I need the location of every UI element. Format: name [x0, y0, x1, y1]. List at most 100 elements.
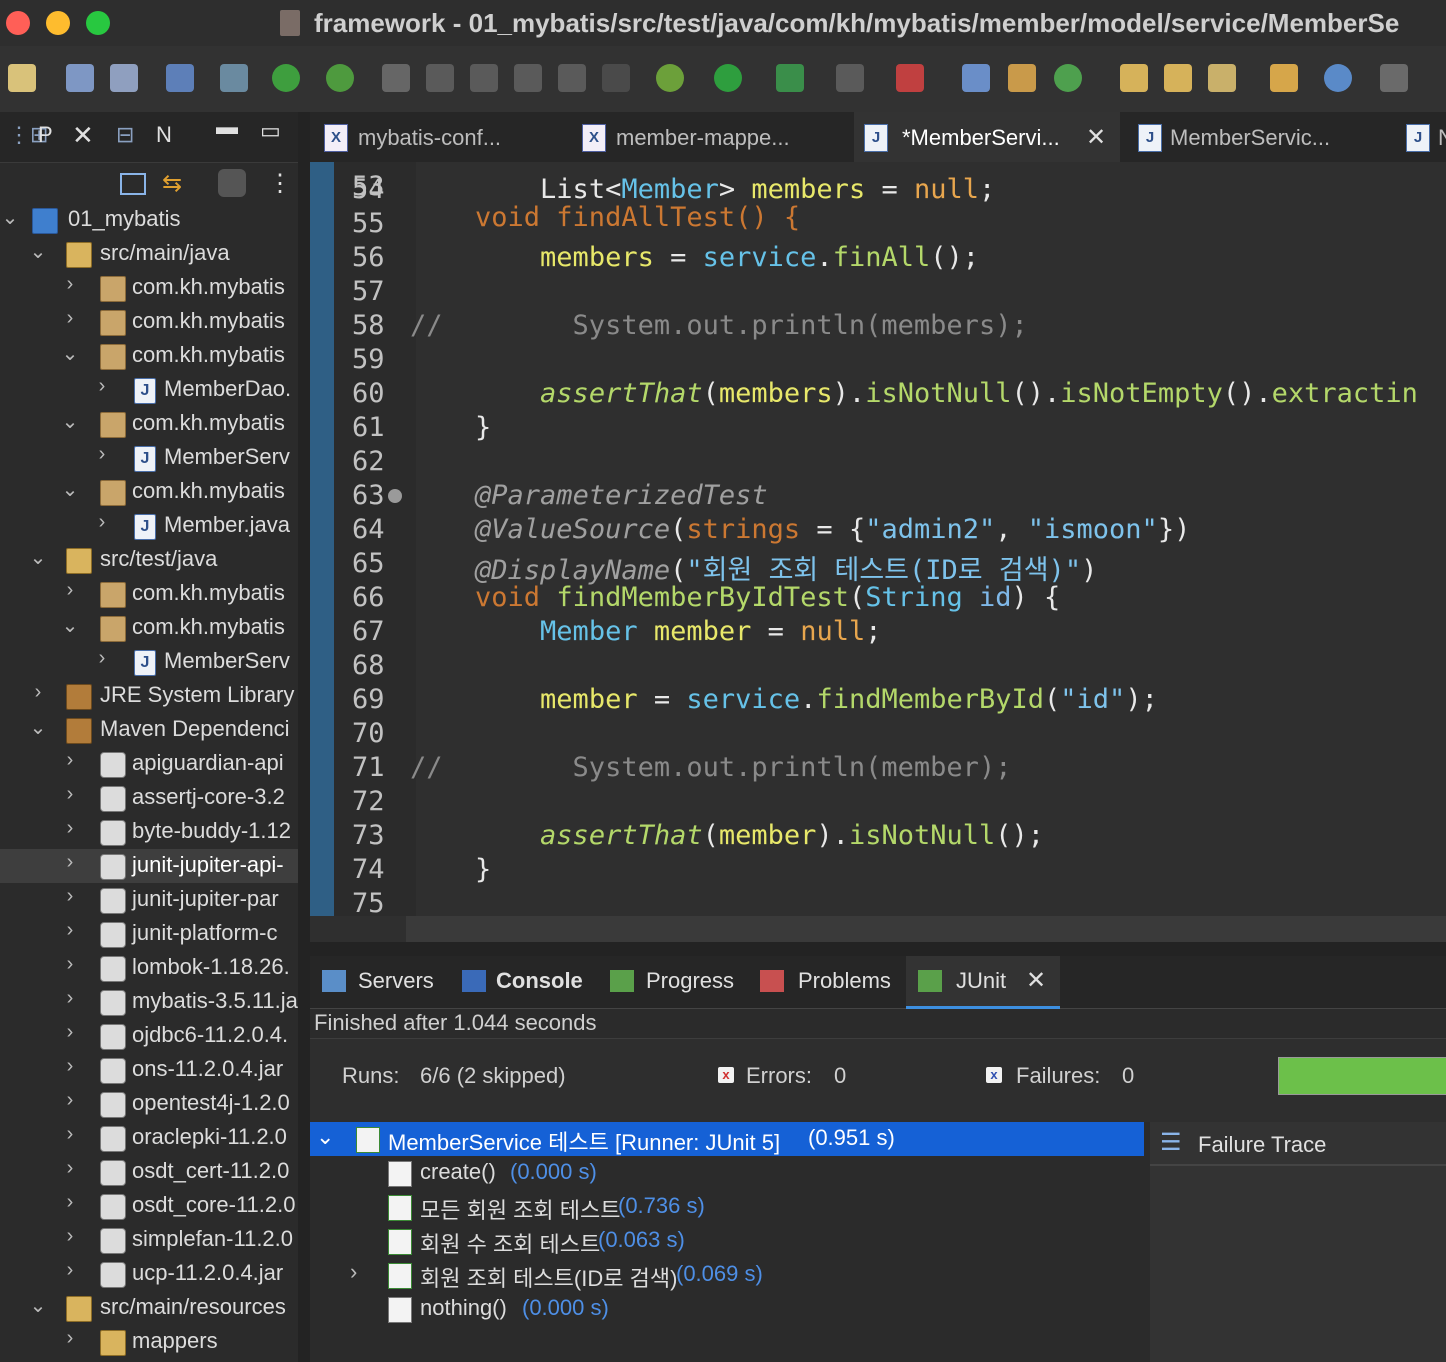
tree-item[interactable]: › apiguardian-api [0, 747, 298, 781]
run-icon[interactable] [714, 64, 742, 92]
tab-junit[interactable]: JUnit [956, 968, 1006, 994]
tree-item[interactable]: › opentest4j-1.2.0 [0, 1087, 298, 1121]
save-icon[interactable] [66, 64, 94, 92]
tree-item[interactable]: › J MemberDao. [0, 373, 298, 407]
test-row[interactable]: 회원 수 조회 테스트 (0.063 s) [310, 1224, 1144, 1258]
chevron-right-icon[interactable]: › [60, 919, 80, 942]
tree-item[interactable]: ⌄ com.kh.mybatis [0, 475, 298, 509]
sash-vertical[interactable] [298, 112, 310, 1362]
chevron-right-icon[interactable]: › [28, 681, 48, 704]
chevron-right-icon[interactable]: › [60, 1225, 80, 1248]
test-row[interactable]: create() (0.000 s) [310, 1156, 1144, 1190]
build-icon[interactable] [326, 64, 354, 92]
new-package-icon[interactable] [1008, 64, 1036, 92]
run-external-icon[interactable] [776, 64, 804, 92]
tree-item[interactable]: ⌄ src/main/java [0, 237, 298, 271]
tree-item[interactable]: › J MemberServ [0, 645, 298, 679]
chevron-right-icon[interactable]: › [60, 953, 80, 976]
chevron-right-icon[interactable]: › [60, 307, 80, 330]
chevron-down-icon[interactable]: ⌄ [60, 613, 80, 638]
tree-item[interactable]: › simplefan-11.2.0 [0, 1223, 298, 1257]
tree-item[interactable]: › oraclepki-11.2.0 [0, 1121, 298, 1155]
tab-servers[interactable]: Servers [358, 968, 434, 994]
horizontal-scrollbar[interactable] [406, 916, 1446, 942]
tab-mybatis-config[interactable]: X mybatis-conf... [310, 112, 574, 162]
block-icon[interactable] [558, 64, 586, 92]
tree-item[interactable]: ⌄ src/test/java [0, 543, 298, 577]
tree-item[interactable]: › junit-jupiter-par [0, 883, 298, 917]
maximize-icon[interactable]: ▭ [260, 118, 281, 144]
close-icon[interactable]: ✕ [72, 120, 94, 151]
new-project-icon[interactable] [962, 64, 990, 92]
tab-progress[interactable]: Progress [646, 968, 734, 994]
new-icon[interactable] [8, 64, 36, 92]
zoom-window-button[interactable] [86, 11, 110, 35]
chevron-right-icon[interactable]: › [60, 273, 80, 296]
tree-item[interactable]: › ojdbc6-11.2.0.4. [0, 1019, 298, 1053]
tree-item[interactable]: › J MemberServ [0, 441, 298, 475]
tree-item[interactable]: › assertj-core-3.2 [0, 781, 298, 815]
chevron-right-icon[interactable]: › [60, 749, 80, 772]
chevron-right-icon[interactable]: › [60, 579, 80, 602]
coverage-icon[interactable] [896, 64, 924, 92]
chevron-down-icon[interactable]: ⌄ [0, 205, 20, 230]
tool-icon[interactable] [470, 64, 498, 92]
tab-member-mapper[interactable]: X member-mappe... [574, 112, 854, 162]
tree-item[interactable]: › osdt_cert-11.2.0 [0, 1155, 298, 1189]
tab-navigator[interactable]: N [156, 122, 172, 148]
minimize-window-button[interactable] [46, 11, 70, 35]
stop-icon[interactable] [836, 64, 864, 92]
debug-icon[interactable] [656, 64, 684, 92]
terminal-icon[interactable] [166, 64, 194, 92]
test-row[interactable]: › 회원 조회 테스트(ID로 검색) (0.069 s) [310, 1258, 1144, 1292]
minimize-icon[interactable]: ▬ [216, 114, 238, 140]
tab-member-service[interactable]: J MemberServic... [1120, 112, 1390, 162]
close-window-button[interactable] [6, 11, 30, 35]
format-icon[interactable] [514, 64, 542, 92]
save-all-icon[interactable] [110, 64, 138, 92]
chevron-down-icon[interactable]: ⌄ [60, 409, 80, 434]
tree-item[interactable]: › com.kh.mybatis [0, 305, 298, 339]
tab-member-service-test[interactable]: J *MemberServi... ✕ [854, 112, 1120, 162]
new-class-icon[interactable] [1054, 64, 1082, 92]
chevron-right-icon[interactable]: › [60, 1191, 80, 1214]
chevron-right-icon[interactable]: › [60, 1089, 80, 1112]
tree-item[interactable]: › lombok-1.18.26. [0, 951, 298, 985]
chevron-right-icon[interactable]: › [92, 511, 112, 534]
chevron-right-icon[interactable]: › [60, 817, 80, 840]
tree-item[interactable]: › ons-11.2.0.4.jar [0, 1053, 298, 1087]
skip-breakpoints-icon[interactable] [220, 64, 248, 92]
tree-item[interactable]: › junit-jupiter-api- [0, 849, 298, 883]
chevron-right-icon[interactable]: › [60, 1157, 80, 1180]
chevron-right-icon[interactable]: › [60, 783, 80, 806]
tab-problems[interactable]: Problems [798, 968, 891, 994]
pen-icon[interactable] [426, 64, 454, 92]
tree-item[interactable]: › osdt_core-11.2.0 [0, 1189, 298, 1223]
close-icon[interactable]: ✕ [1086, 123, 1106, 152]
open-file-icon[interactable] [1164, 64, 1192, 92]
fold-collapse-icon[interactable] [388, 489, 402, 503]
test-suite-row[interactable]: ⌄ MemberService 테스트 [Runner: JUnit 5] (0… [310, 1122, 1144, 1156]
chevron-down-icon[interactable]: ⌄ [28, 545, 48, 570]
tab-console[interactable]: Console [496, 968, 583, 994]
tree-item[interactable]: ⌄ 01_mybatis [0, 203, 298, 237]
chevron-right-icon[interactable]: › [60, 1021, 80, 1044]
open-folder-icon[interactable] [1120, 64, 1148, 92]
open-type-icon[interactable] [1270, 64, 1298, 92]
tab-package-explorer[interactable]: P [38, 122, 53, 148]
tree-item[interactable]: › byte-buddy-1.12 [0, 815, 298, 849]
chevron-down-icon[interactable]: ⌄ [60, 341, 80, 366]
chevron-right-icon[interactable]: › [60, 851, 80, 874]
tree-item[interactable]: › mybatis-3.5.11.ja [0, 985, 298, 1019]
chevron-down-icon[interactable]: ⌄ [28, 1293, 48, 1318]
chevron-right-icon[interactable]: › [350, 1259, 357, 1285]
tree-item[interactable]: › ucp-11.2.0.4.jar [0, 1257, 298, 1291]
tree-item[interactable]: ⌄ com.kh.mybatis [0, 611, 298, 645]
filter-icon[interactable] [218, 169, 246, 197]
collapse-all-icon[interactable] [120, 173, 146, 195]
tree-item[interactable]: › J Member.java [0, 509, 298, 543]
debug-tool-icon[interactable] [382, 64, 410, 92]
chevron-right-icon[interactable]: › [60, 987, 80, 1010]
paragraph-icon[interactable] [602, 64, 630, 92]
chevron-down-icon[interactable]: ⌄ [60, 477, 80, 502]
